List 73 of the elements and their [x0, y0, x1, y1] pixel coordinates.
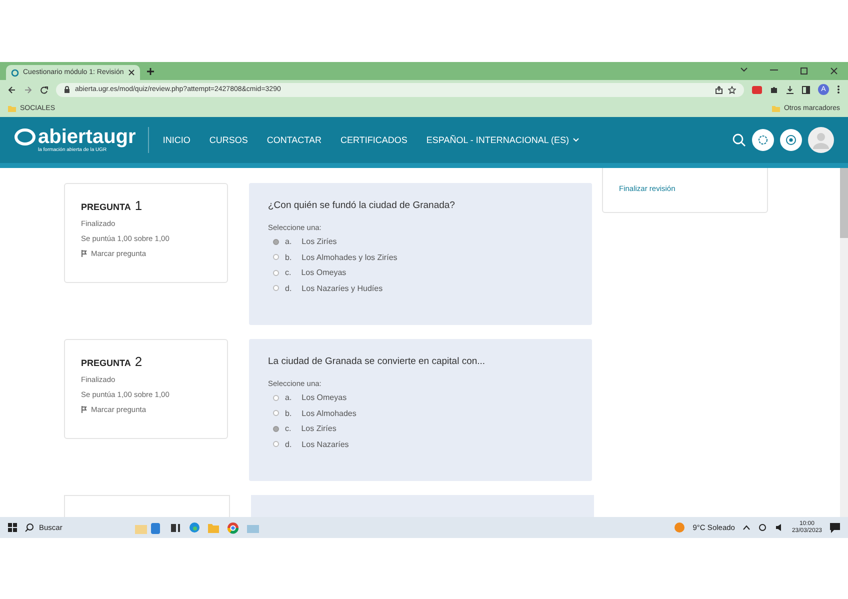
- question-number: 2: [134, 354, 142, 369]
- option-text: Los Almohades y los Ziríes: [302, 252, 398, 262]
- minimize-icon[interactable]: [770, 67, 778, 73]
- notification-icon[interactable]: [830, 522, 840, 532]
- flag-icon[interactable]: [81, 250, 87, 257]
- question-label: PREGUNTA: [81, 202, 131, 212]
- widget-icon[interactable]: [133, 520, 163, 534]
- question-label: PREGUNTA: [81, 358, 131, 368]
- notification-button[interactable]: [752, 129, 774, 151]
- nav-link[interactable]: CURSOS: [209, 135, 248, 145]
- option-text: Los Omeyas: [301, 268, 346, 278]
- option-text: Los Almohades: [302, 408, 356, 418]
- download-icon[interactable]: [786, 86, 794, 94]
- new-tab-icon[interactable]: [146, 66, 155, 76]
- close-icon[interactable]: [830, 67, 838, 75]
- option-letter: a.: [285, 237, 292, 246]
- option-letter: b.: [285, 252, 292, 262]
- close-icon[interactable]: [128, 69, 135, 76]
- network-icon[interactable]: [758, 523, 767, 532]
- user-avatar[interactable]: [808, 127, 834, 153]
- search-icon[interactable]: [25, 523, 34, 532]
- option-text: Los Nazaríes: [302, 440, 349, 449]
- chevron-icon[interactable]: [740, 67, 748, 73]
- chrome-icon[interactable]: [227, 522, 239, 534]
- radio-button[interactable]: [273, 254, 279, 260]
- side-panel-icon[interactable]: [802, 86, 810, 94]
- site-logo[interactable]: abiertaugr: [14, 127, 136, 147]
- lock-icon: [64, 86, 70, 93]
- task-view-icon[interactable]: [171, 522, 181, 532]
- option-text: Los Nazaríes y Hudíes: [302, 284, 383, 293]
- star-icon[interactable]: [728, 86, 736, 94]
- flag-icon[interactable]: [81, 406, 87, 413]
- question-number: 1: [134, 198, 142, 213]
- option-text: Los Ziríes: [302, 237, 337, 246]
- radio-button[interactable]: [273, 238, 279, 245]
- folder-icon: [772, 104, 780, 112]
- edge-icon[interactable]: [189, 522, 200, 533]
- radio-button[interactable]: [273, 426, 279, 432]
- option-letter: b.: [285, 408, 292, 418]
- nav-link[interactable]: CONTACTAR: [266, 135, 322, 145]
- forward-icon[interactable]: [24, 86, 32, 94]
- speaker-icon[interactable]: [774, 523, 784, 532]
- chevron-icon[interactable]: [742, 525, 750, 530]
- folder-icon: [8, 104, 16, 112]
- back-icon[interactable]: [8, 86, 16, 94]
- caret-icon[interactable]: [573, 138, 580, 142]
- option-text: Los Ziríes: [301, 424, 336, 434]
- option-letter: c.: [285, 424, 292, 434]
- windows-icon[interactable]: [8, 523, 17, 532]
- radio-button[interactable]: [273, 410, 279, 416]
- option-letter: d.: [285, 440, 292, 449]
- scrollbar[interactable]: [840, 168, 848, 517]
- sun-icon: [674, 522, 685, 533]
- site-icon: [11, 68, 19, 76]
- option-text: Los Omeyas: [302, 393, 347, 402]
- radio-button[interactable]: [273, 441, 279, 448]
- messages-button[interactable]: [780, 129, 802, 151]
- radio-button[interactable]: [273, 270, 279, 276]
- share-icon[interactable]: [715, 86, 723, 94]
- option-letter: c.: [285, 268, 292, 278]
- nav-link[interactable]: ESPAÑOL - INTERNACIONAL (ES): [426, 135, 580, 145]
- menu-icon[interactable]: [837, 85, 840, 94]
- maximize-icon[interactable]: [800, 67, 808, 75]
- nav-link[interactable]: INICIO: [162, 135, 190, 145]
- radio-button[interactable]: [273, 394, 279, 401]
- radio-button[interactable]: [273, 285, 279, 292]
- nav-link[interactable]: CERTIFICADOS: [340, 135, 408, 145]
- option-letter: d.: [285, 284, 292, 293]
- question-text: La ciudad de Granada se convierte en capital con...: [268, 356, 486, 367]
- reload-icon[interactable]: [40, 86, 48, 94]
- question-text: ¿Con quién se fundó la ciudad de Granada?: [268, 200, 456, 211]
- option-letter: a.: [285, 393, 292, 402]
- extension-icon[interactable]: [752, 86, 762, 94]
